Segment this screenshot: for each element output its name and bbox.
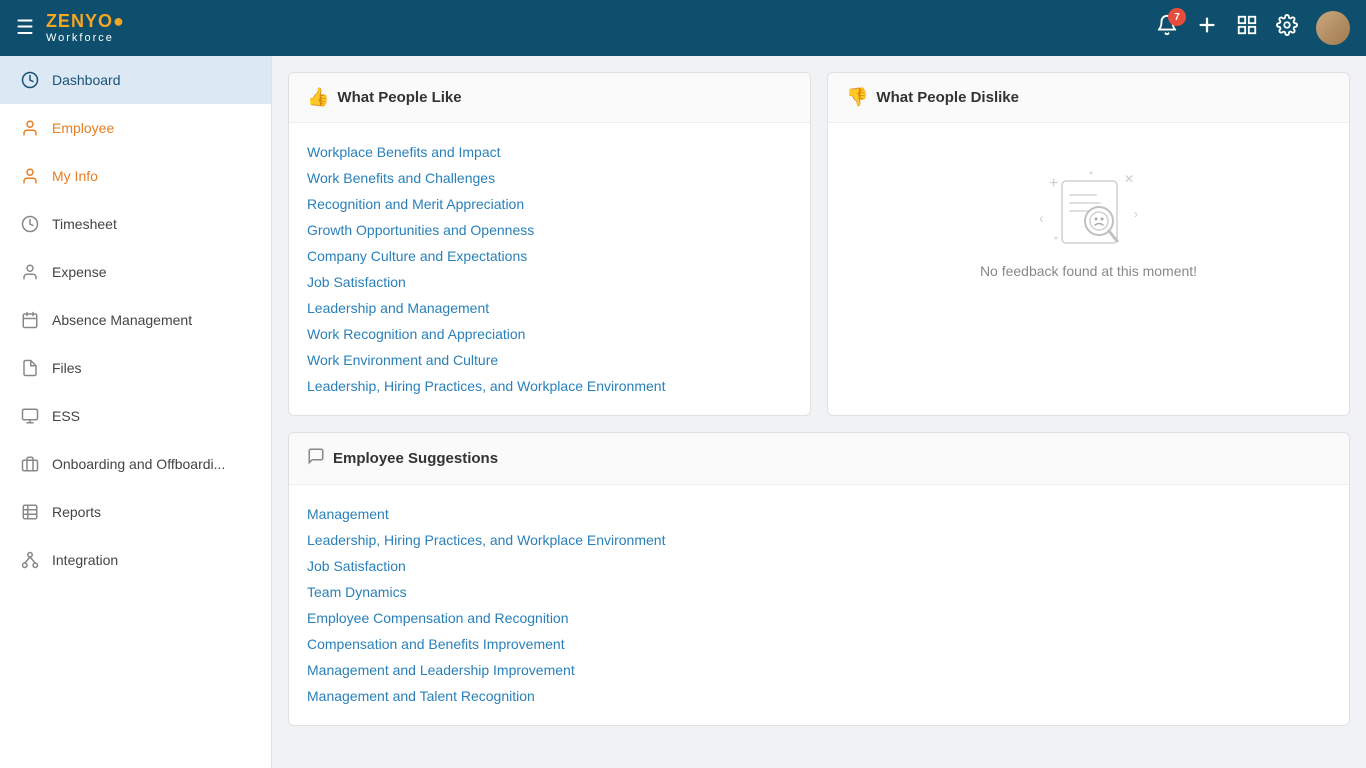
sidebar-item-label: Timesheet bbox=[52, 216, 117, 232]
sidebar-item-label: Expense bbox=[52, 264, 106, 280]
employee-suggestions-card: Employee Suggestions ManagementLeadershi… bbox=[288, 432, 1350, 726]
onboarding-icon bbox=[20, 454, 40, 474]
like-list-item[interactable]: Job Satisfaction bbox=[307, 269, 792, 295]
topnav-left: ☰ ZENYO● Workforce bbox=[16, 12, 125, 44]
what-people-dislike-header: 👎 What People Dislike bbox=[828, 73, 1349, 123]
notification-badge: 7 bbox=[1168, 8, 1186, 26]
myinfo-icon bbox=[20, 166, 40, 186]
suggestions-header: Employee Suggestions bbox=[289, 433, 1349, 485]
timesheet-icon bbox=[20, 214, 40, 234]
ess-icon bbox=[20, 406, 40, 426]
notification-bell[interactable]: 7 bbox=[1156, 14, 1178, 42]
suggestion-list-item[interactable]: Management bbox=[307, 501, 1331, 527]
main-layout: Dashboard Employee My Info bbox=[0, 56, 1366, 768]
like-list-item[interactable]: Work Benefits and Challenges bbox=[307, 165, 792, 191]
sidebar-item-label: Onboarding and Offboardi... bbox=[52, 456, 225, 472]
sidebar-item-label: Employee bbox=[52, 120, 114, 136]
topnav-right: 7 bbox=[1156, 11, 1350, 45]
suggestion-list-item[interactable]: Compensation and Benefits Improvement bbox=[307, 631, 1331, 657]
what-people-like-card: 👍 What People Like Workplace Benefits an… bbox=[288, 72, 811, 416]
top-navigation: ☰ ZENYO● Workforce 7 bbox=[0, 0, 1366, 56]
sidebar-item-ess[interactable]: ESS bbox=[0, 392, 271, 440]
what-people-like-title: What People Like bbox=[337, 89, 461, 106]
svg-text:*: * bbox=[1054, 235, 1058, 246]
sidebar-item-label: Integration bbox=[52, 552, 118, 568]
svg-text:+: + bbox=[1049, 175, 1058, 192]
sidebar-item-employee[interactable]: Employee bbox=[0, 104, 271, 152]
like-list-item[interactable]: Leadership, Hiring Practices, and Workpl… bbox=[307, 373, 792, 399]
comment-icon bbox=[307, 447, 325, 470]
suggestion-list-item[interactable]: Job Satisfaction bbox=[307, 553, 1331, 579]
what-people-dislike-card: 👎 What People Dislike + ✕ * ‹ › * bbox=[827, 72, 1350, 416]
employee-icon bbox=[20, 118, 40, 138]
dislike-empty-text: No feedback found at this moment! bbox=[980, 263, 1197, 279]
grid-icon[interactable] bbox=[1236, 14, 1258, 42]
main-content: 👍 What People Like Workplace Benefits an… bbox=[272, 56, 1366, 768]
what-people-like-list[interactable]: Workplace Benefits and ImpactWork Benefi… bbox=[289, 123, 810, 415]
logo: ZENYO● Workforce bbox=[46, 12, 125, 44]
svg-text:‹: ‹ bbox=[1039, 210, 1044, 226]
files-icon bbox=[20, 358, 40, 378]
like-list-item[interactable]: Leadership and Management bbox=[307, 295, 792, 321]
like-list-item[interactable]: Work Recognition and Appreciation bbox=[307, 321, 792, 347]
like-list-item[interactable]: Workplace Benefits and Impact bbox=[307, 139, 792, 165]
reports-icon bbox=[20, 502, 40, 522]
sidebar-item-absence[interactable]: Absence Management bbox=[0, 296, 271, 344]
sidebar-item-dashboard[interactable]: Dashboard bbox=[0, 56, 271, 104]
sidebar-item-expense[interactable]: Expense bbox=[0, 248, 271, 296]
integration-icon bbox=[20, 550, 40, 570]
dislike-empty-state: + ✕ * ‹ › * bbox=[828, 123, 1349, 319]
like-list-item[interactable]: Company Culture and Expectations bbox=[307, 243, 792, 269]
sidebar-item-reports[interactable]: Reports bbox=[0, 488, 271, 536]
logo-zenyo: ZENYO● bbox=[46, 12, 125, 32]
logo-workforce: Workforce bbox=[46, 32, 125, 44]
empty-state-illustration: + ✕ * ‹ › * bbox=[1034, 163, 1144, 263]
sidebar-item-label: Absence Management bbox=[52, 312, 192, 328]
like-list-item[interactable]: Recognition and Merit Appreciation bbox=[307, 191, 792, 217]
sidebar-item-integration[interactable]: Integration bbox=[0, 536, 271, 584]
sidebar: Dashboard Employee My Info bbox=[0, 56, 272, 768]
svg-text:*: * bbox=[1089, 170, 1093, 181]
expense-icon bbox=[20, 262, 40, 282]
svg-text:✕: ✕ bbox=[1124, 172, 1134, 186]
sidebar-item-files[interactable]: Files bbox=[0, 344, 271, 392]
thumbs-up-icon: 👍 bbox=[307, 87, 329, 108]
suggestion-list-item[interactable]: Leadership, Hiring Practices, and Workpl… bbox=[307, 527, 1331, 553]
feedback-row: 👍 What People Like Workplace Benefits an… bbox=[288, 72, 1350, 416]
absence-icon bbox=[20, 310, 40, 330]
suggestion-list-item[interactable]: Team Dynamics bbox=[307, 579, 1331, 605]
dashboard-icon bbox=[20, 70, 40, 90]
settings-icon[interactable] bbox=[1276, 14, 1298, 42]
suggestion-list-item[interactable]: Management and Talent Recognition bbox=[307, 683, 1331, 709]
suggestion-list-item[interactable]: Employee Compensation and Recognition bbox=[307, 605, 1331, 631]
thumbs-down-icon: 👎 bbox=[846, 87, 868, 108]
sidebar-item-label: Dashboard bbox=[52, 72, 121, 88]
sidebar-item-label: My Info bbox=[52, 168, 98, 184]
like-list-item[interactable]: Work Environment and Culture bbox=[307, 347, 792, 373]
user-avatar[interactable] bbox=[1316, 11, 1350, 45]
sidebar-item-timesheet[interactable]: Timesheet bbox=[0, 200, 271, 248]
what-people-like-header: 👍 What People Like bbox=[289, 73, 810, 123]
sidebar-item-label: ESS bbox=[52, 408, 80, 424]
sidebar-item-onboarding[interactable]: Onboarding and Offboardi... bbox=[0, 440, 271, 488]
suggestion-list-item[interactable]: Management and Leadership Improvement bbox=[307, 657, 1331, 683]
suggestions-list[interactable]: ManagementLeadership, Hiring Practices, … bbox=[289, 485, 1349, 725]
suggestions-title: Employee Suggestions bbox=[333, 450, 498, 467]
hamburger-icon[interactable]: ☰ bbox=[16, 15, 34, 40]
what-people-dislike-title: What People Dislike bbox=[876, 89, 1019, 106]
sidebar-item-label: Reports bbox=[52, 504, 101, 520]
sidebar-item-myinfo[interactable]: My Info bbox=[0, 152, 271, 200]
sidebar-item-label: Files bbox=[52, 360, 82, 376]
svg-text:›: › bbox=[1134, 207, 1138, 221]
plus-icon[interactable] bbox=[1196, 14, 1218, 42]
like-list-item[interactable]: Growth Opportunities and Openness bbox=[307, 217, 792, 243]
